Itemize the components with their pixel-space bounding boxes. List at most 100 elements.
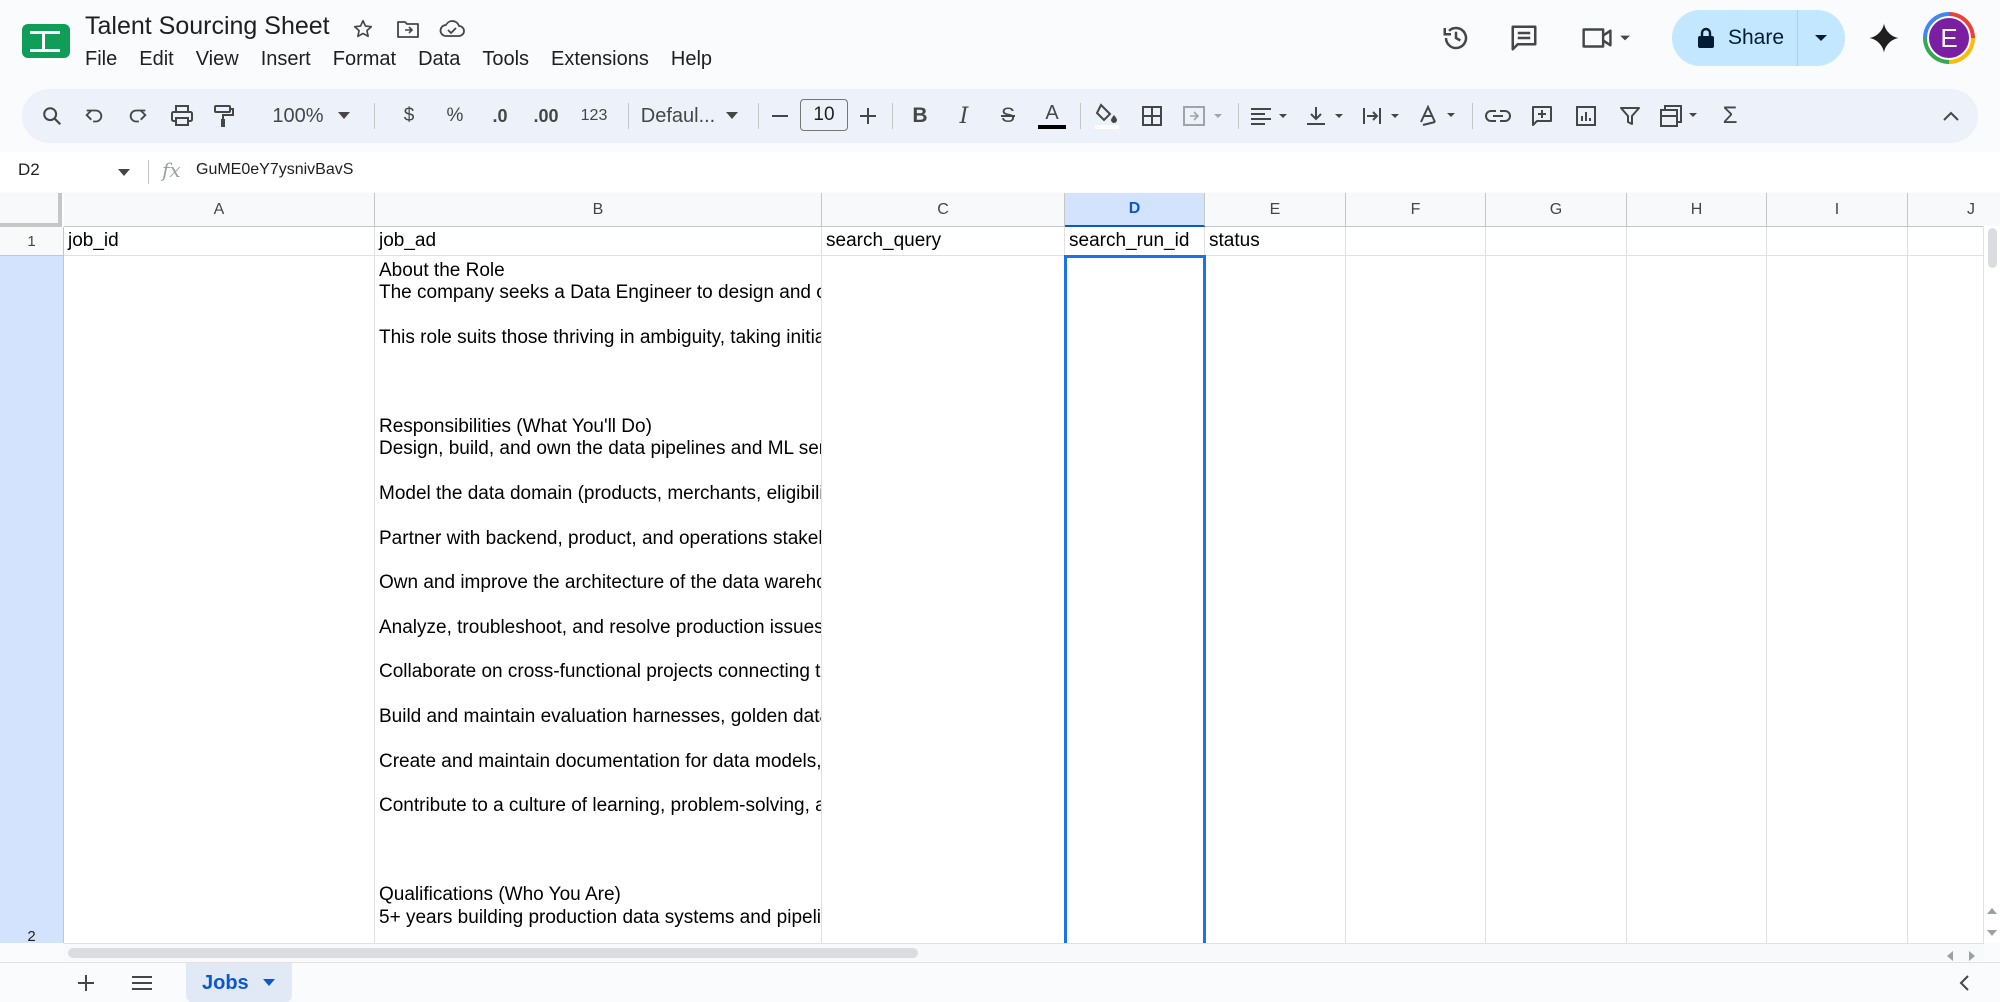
menu-file[interactable]: File bbox=[74, 46, 128, 73]
cloud-saved-icon[interactable] bbox=[437, 14, 467, 44]
font-size-input[interactable]: 10 bbox=[800, 99, 848, 131]
cell-c2[interactable] bbox=[822, 256, 1065, 943]
star-icon[interactable] bbox=[348, 14, 378, 44]
cell-c1[interactable]: search_query bbox=[822, 227, 1065, 256]
more-formats-button[interactable]: 123 bbox=[574, 89, 614, 143]
version-history-icon[interactable] bbox=[1434, 16, 1478, 60]
print-icon[interactable] bbox=[166, 89, 198, 143]
scroll-up-arrow-icon[interactable] bbox=[1987, 902, 1997, 920]
menu-help[interactable]: Help bbox=[660, 46, 723, 73]
horizontal-align-icon[interactable] bbox=[1246, 89, 1296, 143]
cell-e1[interactable]: status bbox=[1205, 227, 1346, 256]
cell-a2[interactable] bbox=[64, 256, 375, 943]
select-all-corner[interactable] bbox=[0, 193, 62, 227]
undo-icon[interactable] bbox=[78, 89, 110, 143]
cell-i1[interactable] bbox=[1767, 227, 1908, 256]
search-menus-icon[interactable] bbox=[36, 89, 68, 143]
menu-view[interactable]: View bbox=[185, 46, 250, 73]
functions-icon[interactable]: Σ bbox=[1712, 89, 1748, 143]
name-box-chevron-icon[interactable] bbox=[118, 164, 130, 182]
collapse-toolbar-chevron-icon[interactable] bbox=[1936, 89, 1966, 143]
cell-g1[interactable] bbox=[1486, 227, 1627, 256]
menu-format[interactable]: Format bbox=[322, 46, 407, 73]
account-avatar[interactable]: E bbox=[1923, 12, 1975, 64]
text-rotation-icon[interactable] bbox=[1414, 89, 1464, 143]
cell-h1[interactable] bbox=[1627, 227, 1767, 256]
insert-comment-icon[interactable] bbox=[1524, 89, 1560, 143]
italic-icon[interactable]: I bbox=[946, 89, 982, 143]
bold-icon[interactable]: B bbox=[902, 89, 938, 143]
cell-b1[interactable]: job_ad bbox=[375, 227, 822, 256]
name-box[interactable]: D2 bbox=[18, 160, 40, 180]
sheet-tab-chevron-icon[interactable] bbox=[262, 979, 275, 987]
column-header-f[interactable]: F bbox=[1346, 193, 1486, 227]
redo-icon[interactable] bbox=[122, 89, 154, 143]
cell-d1[interactable]: search_run_id bbox=[1065, 227, 1205, 256]
row-header-1[interactable]: 1 bbox=[0, 227, 64, 256]
sheets-logo-icon[interactable] bbox=[22, 22, 70, 60]
column-header-d[interactable]: D bbox=[1065, 193, 1205, 227]
paint-format-icon[interactable] bbox=[208, 89, 240, 143]
column-header-c[interactable]: C bbox=[822, 193, 1065, 227]
cell-a1[interactable]: job_id bbox=[64, 227, 375, 256]
share-dropdown-chevron-icon[interactable] bbox=[1798, 10, 1844, 66]
menu-extensions[interactable]: Extensions bbox=[540, 46, 660, 73]
side-panel-toggle-chevron-icon[interactable] bbox=[1952, 971, 1976, 995]
currency-format-button[interactable]: $ bbox=[394, 89, 424, 143]
cell-f2[interactable] bbox=[1346, 256, 1486, 943]
all-sheets-menu-icon[interactable] bbox=[126, 969, 158, 997]
comments-icon[interactable] bbox=[1502, 16, 1546, 60]
cell-b2-job-ad[interactable]: About the Role The company seeks a Data E… bbox=[375, 256, 822, 943]
decrease-decimal-button[interactable]: .0 bbox=[482, 89, 518, 143]
spreadsheet-grid[interactable]: A B C D E F G H I J 1 2 job_id job_ad se… bbox=[0, 193, 2000, 943]
scroll-down-arrow-icon[interactable] bbox=[1987, 924, 1997, 942]
zoom-select[interactable]: 100% bbox=[270, 89, 326, 143]
column-header-b[interactable]: B bbox=[375, 193, 822, 227]
meet-video-icon[interactable] bbox=[1578, 16, 1638, 60]
add-sheet-plus-icon[interactable] bbox=[72, 969, 100, 997]
column-header-j[interactable]: J bbox=[1908, 193, 2000, 227]
merge-cells-icon[interactable] bbox=[1178, 89, 1230, 143]
sheet-tab-jobs[interactable]: Jobs bbox=[186, 963, 292, 1002]
vertical-align-icon[interactable] bbox=[1302, 89, 1352, 143]
column-header-e[interactable]: E bbox=[1205, 193, 1346, 227]
cell-g2[interactable] bbox=[1486, 256, 1627, 943]
insert-chart-icon[interactable] bbox=[1568, 89, 1604, 143]
share-button[interactable]: Share bbox=[1672, 10, 1845, 66]
column-header-i[interactable]: I bbox=[1767, 193, 1908, 227]
share-main[interactable]: Share bbox=[1672, 10, 1798, 66]
horizontal-scrollbar[interactable] bbox=[64, 943, 1984, 961]
menu-tools[interactable]: Tools bbox=[471, 46, 540, 73]
vertical-scroll-thumb[interactable] bbox=[1988, 228, 1997, 268]
cell-i2[interactable] bbox=[1767, 256, 1908, 943]
percent-format-button[interactable]: % bbox=[438, 89, 472, 143]
increase-font-size-icon[interactable] bbox=[856, 89, 880, 143]
increase-decimal-button[interactable]: .00 bbox=[526, 89, 566, 143]
column-header-h[interactable]: H bbox=[1627, 193, 1767, 227]
insert-link-icon[interactable] bbox=[1480, 89, 1516, 143]
move-folder-icon[interactable] bbox=[393, 14, 423, 44]
menu-data[interactable]: Data bbox=[407, 46, 471, 73]
zoom-chevron-icon[interactable] bbox=[334, 89, 354, 143]
column-header-g[interactable]: G bbox=[1486, 193, 1627, 227]
borders-icon[interactable] bbox=[1134, 89, 1170, 143]
cell-e2[interactable] bbox=[1205, 256, 1346, 943]
menu-insert[interactable]: Insert bbox=[250, 46, 322, 73]
font-chevron-icon[interactable] bbox=[722, 89, 742, 143]
row-header-2[interactable]: 2 bbox=[0, 256, 64, 943]
formula-input[interactable]: GuME0eY7ysnivBavS bbox=[196, 161, 353, 179]
horizontal-scroll-thumb[interactable] bbox=[68, 948, 918, 958]
font-family-select[interactable]: Defaul... bbox=[630, 89, 726, 143]
menu-edit[interactable]: Edit bbox=[128, 46, 184, 73]
filter-icon[interactable] bbox=[1612, 89, 1648, 143]
text-color-icon[interactable]: A bbox=[1034, 89, 1070, 143]
text-wrapping-icon[interactable] bbox=[1358, 89, 1408, 143]
column-header-a[interactable]: A bbox=[64, 193, 375, 227]
vertical-scrollbar[interactable] bbox=[1983, 226, 2000, 943]
cell-f1[interactable] bbox=[1346, 227, 1486, 256]
filter-views-icon[interactable] bbox=[1656, 89, 1706, 143]
strikethrough-icon[interactable]: S bbox=[990, 89, 1026, 143]
fill-color-icon[interactable] bbox=[1088, 89, 1126, 143]
document-title[interactable]: Talent Sourcing Sheet bbox=[85, 12, 330, 41]
gemini-sparkle-icon[interactable] bbox=[1862, 16, 1906, 60]
